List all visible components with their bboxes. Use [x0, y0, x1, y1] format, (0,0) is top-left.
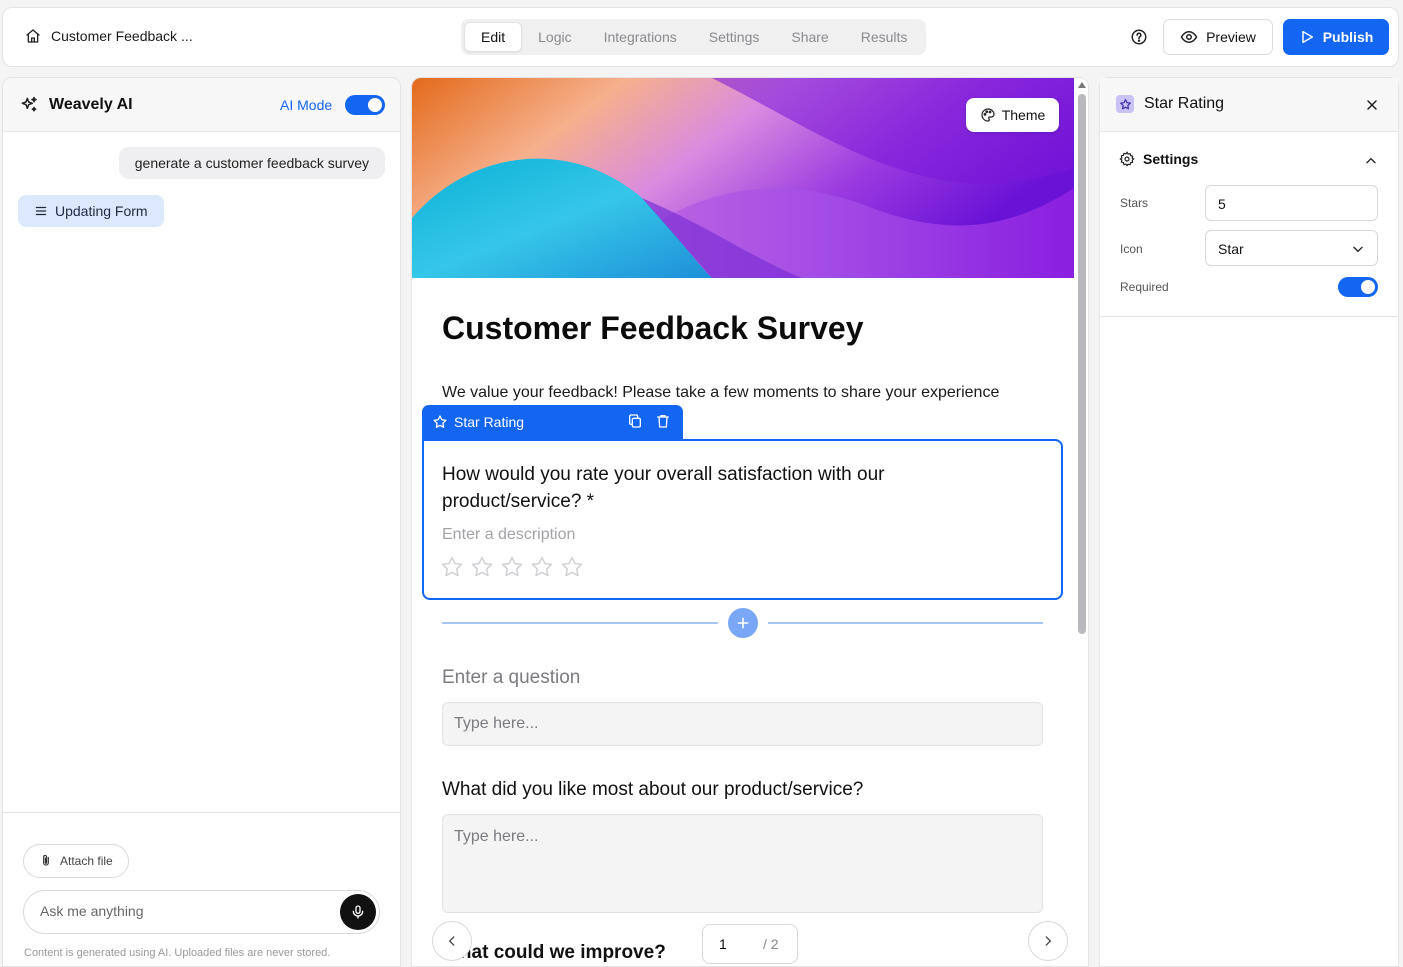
help-icon[interactable]	[1130, 28, 1148, 46]
chevron-up-icon[interactable]	[1364, 154, 1378, 168]
form-description[interactable]: We value your feedback! Please take a fe…	[442, 384, 999, 402]
block-type-label: Star Rating	[454, 414, 525, 430]
divider-line-right	[768, 622, 1043, 624]
chevron-right-icon	[1041, 934, 1055, 948]
next-page-button[interactable]	[1028, 921, 1068, 961]
description-input[interactable]: Enter a description	[442, 526, 575, 544]
star-icon[interactable]	[470, 555, 494, 579]
icon-select-value: Star	[1218, 241, 1244, 257]
status-chip: Updating Form	[18, 195, 164, 227]
block-type-tag: Star Rating	[422, 405, 683, 439]
canvas-scrollbar[interactable]	[1075, 78, 1088, 966]
ai-panel: Weavely AI AI Mode generate a customer f…	[2, 77, 401, 967]
form-breadcrumb[interactable]: Customer Feedback ...	[25, 28, 193, 44]
total-pages: / 2	[763, 936, 779, 952]
ask-box	[23, 890, 380, 934]
tab-results[interactable]: Results	[845, 22, 924, 52]
top-bar: Customer Feedback ... Edit Logic Integra…	[2, 7, 1399, 67]
paperclip-icon	[39, 854, 53, 868]
new-question-input[interactable]: Enter a question	[442, 667, 580, 689]
mic-icon	[350, 904, 366, 920]
question-2-text[interactable]: What did you like most about our product…	[442, 779, 863, 801]
add-block-divider	[442, 608, 1043, 638]
theme-button[interactable]: Theme	[966, 98, 1059, 132]
ai-mode-toggle[interactable]	[345, 95, 385, 115]
scroll-thumb[interactable]	[1078, 94, 1086, 634]
star-rating	[440, 555, 584, 579]
star-icon	[432, 414, 448, 430]
publish-label: Publish	[1322, 29, 1374, 45]
tab-integrations[interactable]: Integrations	[588, 22, 693, 52]
required-toggle[interactable]	[1338, 277, 1378, 297]
stars-input[interactable]: 5	[1205, 185, 1378, 221]
ai-composer: Attach file Content is generated using A…	[3, 812, 400, 966]
properties-title: Star Rating	[1116, 95, 1224, 113]
required-label: Required	[1120, 280, 1169, 294]
publish-button[interactable]: Publish	[1283, 19, 1389, 55]
palette-icon	[980, 107, 996, 123]
scroll-up-arrow[interactable]	[1078, 82, 1086, 88]
gear-icon	[1119, 151, 1135, 167]
preview-button[interactable]: Preview	[1163, 19, 1273, 55]
ai-title-text: Weavely AI	[49, 96, 133, 113]
form-title[interactable]: Customer Feedback Survey	[442, 310, 864, 347]
home-icon[interactable]	[25, 28, 41, 44]
icon-label: Icon	[1120, 242, 1143, 256]
stars-label: Stars	[1120, 196, 1149, 210]
star-icon[interactable]	[530, 555, 554, 579]
star-icon[interactable]	[560, 555, 584, 579]
trash-icon[interactable]	[655, 413, 671, 429]
properties-panel: Star Rating Settings Stars 5 Icon Star R…	[1099, 77, 1399, 967]
sparkles-icon	[19, 95, 39, 115]
properties-title-text: Star Rating	[1144, 95, 1225, 112]
block-actions	[627, 413, 671, 429]
tab-edit[interactable]: Edit	[464, 22, 523, 52]
icon-select[interactable]: Star	[1205, 230, 1378, 266]
plus-icon	[735, 615, 751, 631]
question-text[interactable]: How would you rate your overall satisfac…	[442, 461, 982, 515]
tab-share[interactable]: Share	[775, 22, 844, 52]
form-name: Customer Feedback ...	[51, 28, 193, 44]
tab-logic[interactable]: Logic	[522, 22, 587, 52]
close-icon[interactable]	[1364, 97, 1380, 113]
star-icon[interactable]	[440, 555, 464, 579]
chevron-down-icon	[1351, 242, 1365, 256]
star-icon[interactable]	[500, 555, 524, 579]
form-canvas: Theme Customer Feedback Survey We value …	[411, 77, 1089, 967]
answer-field-2[interactable]: Type here...	[442, 814, 1043, 913]
ai-panel-title: Weavely AI	[19, 95, 133, 115]
eye-icon	[1180, 28, 1198, 46]
play-icon	[1299, 29, 1315, 45]
status-text: Updating Form	[55, 203, 148, 219]
divider-line-left	[442, 622, 718, 624]
attach-file-button[interactable]: Attach file	[23, 844, 129, 878]
question-3-text[interactable]: What could we improve?	[442, 942, 666, 964]
settings-title: Settings	[1143, 151, 1199, 167]
menu-icon	[34, 204, 48, 218]
ai-mode-label: AI Mode	[280, 97, 333, 113]
mic-button[interactable]	[340, 894, 376, 930]
answer-field-1[interactable]: Type here...	[442, 702, 1043, 746]
properties-header: Star Rating	[1100, 78, 1398, 132]
copy-icon[interactable]	[627, 413, 643, 429]
prev-page-button[interactable]	[432, 921, 472, 961]
star-icon	[1116, 95, 1134, 113]
ai-disclaimer: Content is generated using AI. Uploaded …	[24, 947, 331, 959]
add-block-button[interactable]	[728, 608, 758, 638]
theme-label: Theme	[1001, 107, 1046, 123]
preview-label: Preview	[1206, 29, 1256, 45]
current-page[interactable]: 1	[719, 936, 727, 952]
ai-panel-header: Weavely AI AI Mode	[3, 78, 400, 132]
settings-divider	[1100, 316, 1398, 317]
attach-label: Attach file	[60, 854, 113, 868]
user-message: generate a customer feedback survey	[118, 147, 385, 179]
page-indicator: 1 / 2	[702, 924, 798, 964]
settings-section-header[interactable]: Settings	[1119, 151, 1198, 167]
main-tabs: Edit Logic Integrations Settings Share R…	[461, 19, 927, 55]
ask-input[interactable]	[40, 903, 320, 919]
chevron-left-icon	[445, 934, 459, 948]
tab-settings[interactable]: Settings	[693, 22, 776, 52]
star-rating-block[interactable]: How would you rate your overall satisfac…	[422, 439, 1063, 600]
